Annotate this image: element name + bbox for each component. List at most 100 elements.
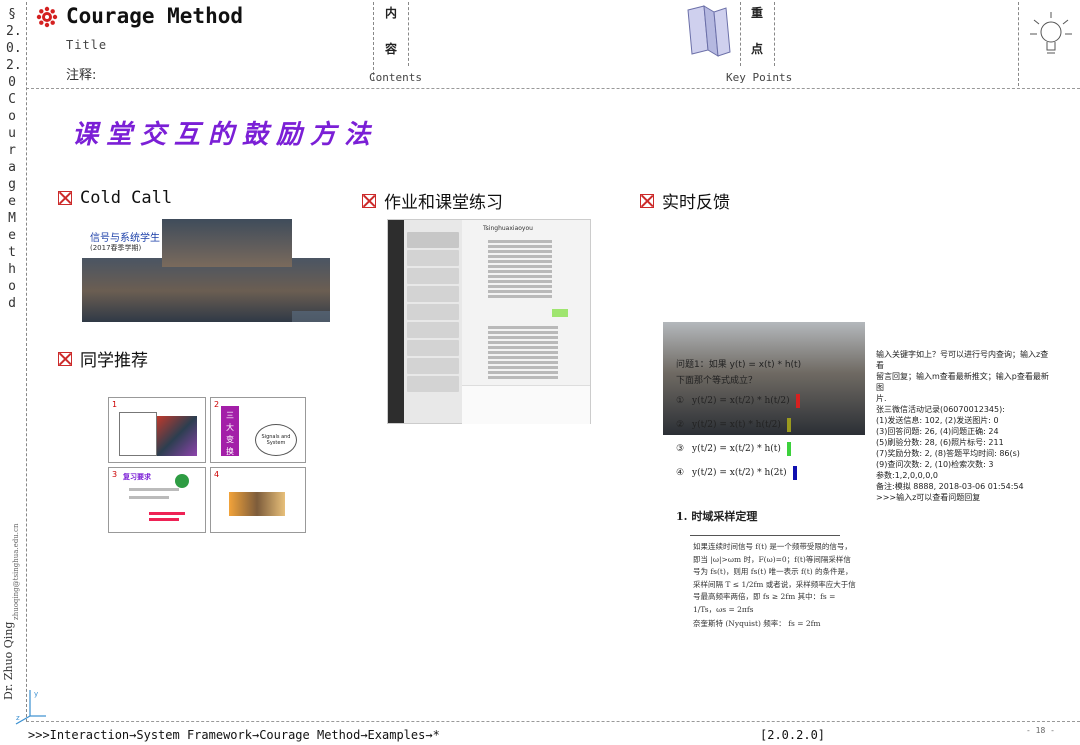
quiz-option: ③ y(t/2) = x(t/2) * h(t) [676, 437, 866, 461]
class-photo [162, 219, 292, 267]
contents-char-1: 内 [385, 6, 398, 20]
log-line: 参数:1,2,0,0,0,0 [876, 471, 938, 480]
photo-caption: 信号与系统学生 [90, 233, 160, 244]
log-line: 留言回复；输入m查看最新推文；输入p查看最新图 [876, 372, 1049, 392]
slide-thumbnail: 4 [210, 467, 306, 533]
header-divider [408, 2, 409, 66]
wechat-screenshot: Tsinghuaxiaoyou [387, 219, 591, 424]
thumbnail-title: 复习要求 [123, 473, 151, 481]
section-code: [2.0.2.0] [760, 728, 826, 742]
class-photo [292, 311, 330, 322]
header-bottom-rule [26, 88, 1080, 89]
checkbox-icon [362, 193, 376, 208]
thumbnail-number: 4 [214, 470, 220, 479]
option-formula: y(t/2) = x(t) * h(t/2) [692, 420, 781, 430]
slide-heading: 课堂交互的鼓励方法 [72, 120, 379, 150]
section-cold-call: Cold Call [58, 188, 172, 208]
svg-text:y: y [34, 690, 38, 698]
slide-thumbnail: 2 三 大 变 换 Signals and System [210, 397, 306, 463]
thumbnail-center-text: Signals and System [255, 424, 297, 456]
thumbnail-number: 1 [112, 400, 118, 409]
quiz-panel: 问题1：如果 y(t) = x(t) * h(t) 下面那个等式成立？ ① y(… [676, 357, 866, 485]
section-title: Cold Call [80, 188, 173, 208]
axis-icon: y z [15, 690, 46, 725]
checkbox-icon [640, 193, 654, 208]
nyquist-frequency: 奈奎斯特 (Nyquist) 频率： fs = 2fm [693, 619, 821, 628]
quiz-option: ① y(t/2) = x(t/2) * h(t/2) [676, 389, 866, 413]
quiz-option: ② y(t/2) = x(t) * h(t/2) [676, 413, 866, 437]
notes-label: 注释: [66, 68, 97, 83]
quiz-question: 问题1：如果 y(t) = x(t) * h(t) [676, 360, 802, 370]
log-line: (1)发送信息: 102, (2)发送图片: 0 [876, 416, 999, 425]
quiz-prompt: 下面那个等式成立？ [676, 376, 758, 386]
page-number: - 18 - [1026, 726, 1055, 735]
section-title: 实时反馈 [662, 193, 730, 213]
log-line: 张三微信活动记录(06070012345): [876, 405, 1005, 414]
log-line: (5)刷验分数: 28, (6)照片标号: 211 [876, 438, 1004, 447]
section-realtime-feedback: 实时反馈 [640, 188, 730, 213]
option-formula: y(t/2) = x(t/2) * h(2t) [692, 468, 787, 478]
title-label: Title [66, 38, 108, 52]
header-divider [740, 2, 741, 66]
option-formula: y(t/2) = x(t/2) * h(t) [692, 444, 781, 454]
thumbnail-side-text: 三 大 变 换 [221, 406, 239, 456]
section-homework: 作业和课堂练习 [362, 188, 503, 213]
checkbox-icon [58, 351, 72, 366]
chat-message [488, 238, 552, 300]
option-number: ④ [676, 468, 685, 478]
chat-title: Tsinghuaxiaoyou [483, 225, 533, 232]
option-color-bar [792, 466, 797, 480]
thumbnail-number: 2 [214, 400, 220, 409]
keypoints-char-2: 点 [751, 42, 764, 56]
chat-message [488, 324, 558, 381]
theorem-heading: 1. 时域采样定理 [676, 510, 758, 523]
log-line: (7)奖励分数: 2, (8)答题平均时间: 86(s) [876, 449, 1020, 458]
keypoints-label: Key Points [726, 71, 793, 84]
log-line: 备注:模拟 8888, 2018-03-06 01:54:54 [876, 482, 1024, 491]
contents-label: Contents [369, 71, 422, 84]
quiz-option: ④ y(t/2) = x(t/2) * h(2t) [676, 461, 866, 485]
thumbnail-number: 3 [112, 470, 118, 479]
log-line: >>>输入z可以查看问题回复 [876, 493, 981, 502]
books-icon [687, 5, 731, 57]
log-line: 输入关键字如上？号可以进行号内查询；输入z查看 [876, 350, 1049, 370]
section-vertical-label: §2.0.2.0 Courage Method [6, 7, 22, 311]
logo-gear-icon [36, 6, 58, 28]
slide-thumbnail: 3 复习要求 [108, 467, 206, 533]
footer-top-rule [26, 721, 1080, 722]
section-title: 作业和课堂练习 [384, 193, 503, 213]
header-divider [373, 2, 374, 80]
chat-input-area [462, 385, 590, 424]
checkbox-icon [58, 191, 72, 205]
header-divider [774, 2, 775, 66]
section-title: 同学推荐 [80, 351, 148, 371]
option-color-bar [786, 442, 791, 456]
log-line: (9)查问次数: 2, (10)检索次数: 3 [876, 460, 994, 469]
author-email: zhuoqing@tsinghua.edu.cn [12, 523, 20, 620]
option-number: ② [676, 420, 685, 430]
theorem-body: 如果连续时间信号 f(t) 是一个频带受限的信号，即当 |ω|>ωm 时，F(ω… [693, 542, 856, 614]
chat-list [404, 220, 462, 423]
header-divider [1018, 2, 1019, 86]
slide-thumbnail: 1 [108, 397, 206, 463]
contents-char-2: 容 [385, 42, 398, 56]
breadcrumb: >>>Interaction→System Framework→Courage … [28, 728, 440, 742]
page-title: Courage Method [66, 4, 244, 28]
photo-subcaption: (2017春季学期) [90, 244, 142, 252]
option-formula: y(t/2) = x(t/2) * h(t/2) [692, 396, 790, 406]
log-line: 片. [876, 394, 887, 403]
option-number: ③ [676, 444, 685, 454]
lightbulb-icon [1030, 12, 1072, 54]
keypoints-char-1: 重 [751, 6, 764, 20]
chat-bubble [552, 309, 568, 317]
cold-call-photo: 信号与系统学生 (2017春季学期) [82, 219, 330, 322]
svg-text:z: z [16, 714, 20, 722]
option-color-bar [786, 418, 791, 432]
option-color-bar [795, 394, 800, 408]
chat-sidebar [388, 220, 404, 423]
theorem-rule [690, 535, 840, 536]
option-number: ① [676, 396, 685, 406]
activity-log: 输入关键字如上？号可以进行号内查询；输入z查看 留言回复；输入m查看最新推文；输… [876, 349, 1056, 503]
left-margin-rule [26, 2, 27, 722]
section-peer-recommend: 同学推荐 [58, 346, 148, 371]
